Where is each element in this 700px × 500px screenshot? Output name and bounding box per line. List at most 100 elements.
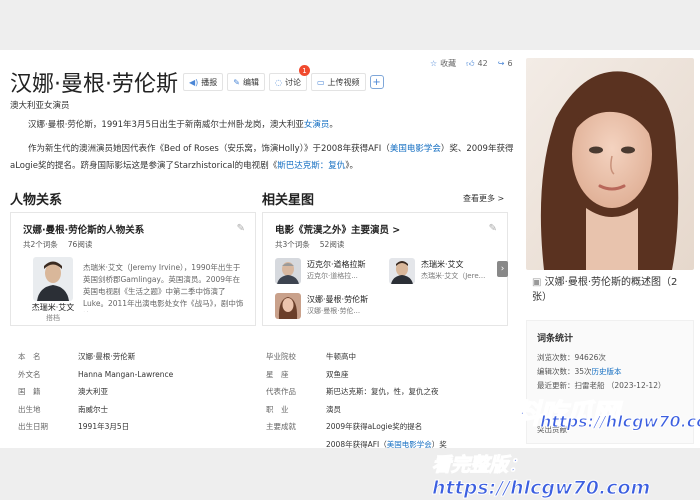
edits-value: 35次 (574, 367, 592, 376)
gallery-icon: ▣ (532, 277, 545, 288)
edit-pencil-icon[interactable]: ✎ (489, 223, 497, 234)
updated-value: 扫雷老船 （2023-12-12） (574, 381, 666, 390)
top-right-actions: ☆ 收藏 👍︎ 42 ↪ 6 (430, 58, 513, 69)
relation-description: 杰瑞米·艾文（Jeremy Irvine），1990年出生于英国剑桥郡Gamli… (83, 263, 244, 312)
upload-video-label: 上传视频 (327, 77, 360, 87)
info-key: 主要成就 (266, 422, 296, 432)
speaker-icon: ◀) (189, 77, 199, 87)
intro1-text: 汉娜·曼根·劳伦斯，1991年3月5日出生于新南威尔士州卧龙岗，澳大利亚 (28, 120, 304, 130)
achievement2-pre: 2008年获得AFI（ (326, 439, 387, 449)
star-sub-3: 汉娜·曼根·劳伦... (307, 307, 361, 315)
info-value: 1991年3月5日 (78, 422, 130, 432)
page-subtitle: 澳大利亚女演员 (10, 101, 70, 111)
watermark-banner: 看完整版：https://hlcgw70.com (432, 454, 651, 500)
relations-heading: 人物关系 (10, 193, 63, 208)
video-icon: ▭ (316, 77, 325, 87)
star-name-1[interactable]: 迈克尔·道格拉斯 (307, 259, 366, 270)
basic-info-left: 本 名 汉娜·曼根·劳伦斯 外文名 Hanna Mangan-Lawrence 国 … (18, 348, 173, 436)
info-value: Hanna Mangan-Lawrence (78, 369, 174, 379)
entries-count: 共2个词条 (23, 240, 58, 249)
broadcast-label: 播报 (201, 77, 218, 87)
info-value: 汉娜·曼根·劳伦斯 (78, 352, 136, 362)
edit-label: 编辑 (242, 77, 259, 87)
stars-card[interactable]: 电影《荒漠之外》主要演员 > ✎ 共3个词条 52阅读 迈克尔·道格拉斯 迈克尔·… (262, 212, 508, 326)
stats-updated: 最近更新：扫雷老船 （2023-12-12） (537, 380, 665, 391)
zodiac-link[interactable]: 双鱼座 (326, 369, 349, 380)
info-value: 南威尔士 (78, 404, 108, 414)
michael-avatar[interactable] (275, 258, 301, 284)
star-icon: ☆ (430, 59, 438, 68)
actress-link[interactable]: 女演员 (304, 120, 330, 130)
info-value: 斯巴达克斯：复仇，性，复仇之夜 (326, 387, 439, 397)
stats-edits: 编辑次数：35次历史版本 (537, 366, 622, 377)
stars-heading: 相关星图 (262, 193, 315, 208)
edit-pencil-icon[interactable]: ✎ (237, 223, 245, 234)
info-key: 出生日期 (18, 422, 48, 432)
like-button[interactable]: 👍︎ 42 (466, 58, 488, 69)
photo-caption-text: 汉娜·曼根·劳伦斯的概述图（2张） (532, 277, 678, 303)
page-title: 汉娜·曼根·劳伦斯 (10, 72, 178, 97)
collect-label: 收藏 (440, 59, 457, 68)
thumb-up-icon: 👍︎ (466, 58, 475, 68)
info-key: 毕业院校 (266, 352, 296, 362)
collect-button[interactable]: ☆ 收藏 (430, 58, 456, 69)
stars-card-meta: 共3个词条 52阅读 (275, 239, 344, 250)
read-count: 52阅读 (319, 240, 345, 249)
photo-caption[interactable]: ▣ 汉娜·曼根·劳伦斯的概述图（2张） (532, 275, 692, 305)
spartacus-link[interactable]: 斯巴达克斯：复仇 (277, 161, 345, 171)
intro-paragraph-1: 汉娜·曼根·劳伦斯，1991年3月5日出生于新南威尔士州卧龙岗，澳大利亚女演员。 (10, 117, 515, 134)
discuss-label: 讨论 (284, 77, 301, 87)
info-value: 演员 (326, 404, 341, 414)
share-icon: ↪ (497, 59, 505, 68)
action-bar: ◀) 播报 ✎ 编辑 ◌ 讨论 1 ▭ 上传视频 + (183, 65, 384, 91)
share-count: 6 (507, 59, 513, 68)
edits-key: 编辑次数： (537, 367, 575, 376)
discuss-badge: 1 (298, 65, 310, 76)
star-name-2[interactable]: 杰瑞米·艾文 (421, 259, 464, 270)
relations-card[interactable]: 汉娜·曼根·劳伦斯的人物关系 ✎ 共2个词条 76阅读 杰瑞米·艾文 搭档 杰瑞米… (10, 212, 256, 326)
history-link[interactable]: 历史版本 (592, 367, 622, 376)
upload-video-button[interactable]: ▭ 上传视频 (310, 73, 366, 91)
relations-card-title: 汉娜·曼根·劳伦斯的人物关系 (23, 225, 145, 236)
broadcast-button[interactable]: ◀) 播报 (183, 73, 224, 91)
afi-link-2[interactable]: 美国电影学会 (387, 440, 432, 449)
stars-card-title[interactable]: 电影《荒漠之外》主要演员 > (275, 222, 400, 236)
pen-icon: ✎ (233, 77, 240, 87)
views-value: 94626次 (574, 353, 606, 362)
chevron-right-icon[interactable]: › (497, 261, 508, 277)
star-name-3[interactable]: 汉娜·曼根·劳伦斯 (307, 294, 368, 305)
chat-icon: ◌ (274, 77, 282, 87)
info-key: 出生地 (18, 404, 41, 414)
see-more-link[interactable]: 查看更多 > (463, 193, 504, 204)
info-key: 国 籍 (18, 387, 41, 397)
add-icon[interactable]: + (369, 75, 384, 89)
like-count: 42 (477, 59, 488, 68)
edit-button[interactable]: ✎ 编辑 (227, 73, 265, 91)
share-button[interactable]: ↪ 6 (498, 58, 513, 69)
intro2-text: 作为新生代的澳洲演员她因代表作《Bed of Roses（安乐窝，饰演Holly… (28, 144, 390, 154)
achievement2-post: ）奖 (431, 439, 447, 449)
jeremy-avatar[interactable] (33, 257, 73, 301)
watermark-url: https://hlcgw70.com (540, 412, 700, 432)
nationality-link[interactable]: 澳大利亚 (78, 386, 108, 397)
relations-card-meta: 共2个词条 76阅读 (23, 239, 92, 250)
views-key: 浏览次数： (537, 353, 575, 362)
star-sub-2: 杰瑞米·艾文（Jere... (421, 272, 486, 280)
hanna-small-avatar[interactable] (275, 293, 301, 319)
info-key: 代表作品 (266, 387, 296, 397)
stats-title: 词条统计 (537, 334, 574, 344)
info-value: 2009年获得aLogie奖的提名 (326, 422, 423, 432)
info-key: 星 座 (266, 369, 289, 379)
intro1-end: 。 (329, 120, 338, 130)
info-key: 职 业 (266, 404, 289, 414)
achievement-2: 2008年获得AFI（美国电影学会）奖 (326, 439, 447, 450)
afi-link[interactable]: 美国电影学会 (390, 144, 441, 154)
intro-paragraph-2: 作为新生代的澳洲演员她因代表作《Bed of Roses（安乐窝，饰演Holly… (10, 141, 515, 175)
relation-person-name[interactable]: 杰瑞米·艾文 (25, 302, 81, 313)
info-key: 本 名 (18, 352, 41, 362)
info-value: 牛顿高中 (326, 352, 356, 362)
info-key: 外文名 (18, 369, 41, 379)
discuss-button[interactable]: ◌ 讨论 1 (268, 65, 310, 91)
jeremy-small-avatar[interactable] (389, 258, 415, 284)
profile-photo[interactable] (526, 58, 694, 270)
